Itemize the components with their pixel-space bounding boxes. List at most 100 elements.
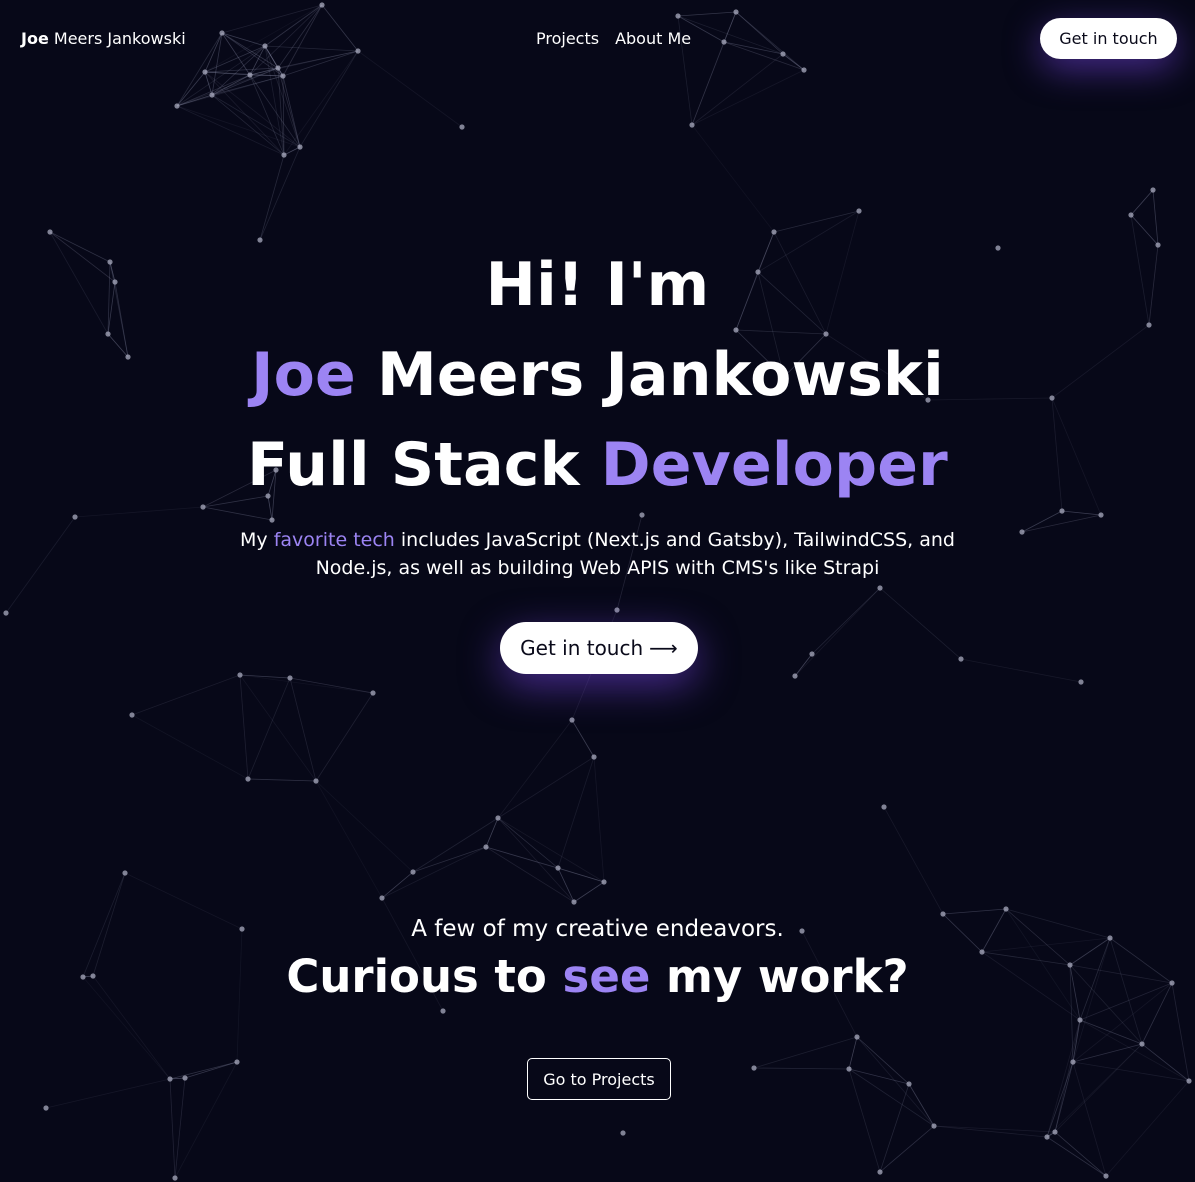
particle-link <box>5 516 76 614</box>
site-logo[interactable]: Joe Meers Jankowski <box>21 28 186 50</box>
particle-dot <box>209 92 215 98</box>
particle-dot <box>1052 1129 1058 1135</box>
particle-link <box>1046 1043 1143 1138</box>
particle-link <box>45 1078 171 1109</box>
particle-dot <box>639 512 645 518</box>
logo-last-name: Meers Jankowski <box>48 29 186 48</box>
work-title: Curious to see my work? <box>0 946 1195 1008</box>
particle-link <box>176 94 213 107</box>
particle-dot <box>1019 529 1025 535</box>
particle-dot <box>1128 212 1134 218</box>
particle-dot <box>569 717 575 723</box>
nav-link-about-me[interactable]: About Me <box>615 28 691 50</box>
particle-link <box>691 69 805 126</box>
particle-link <box>282 75 301 148</box>
particle-link <box>315 780 414 873</box>
particle-link <box>131 674 241 716</box>
particle-dot <box>856 208 862 214</box>
particle-dot <box>958 656 964 662</box>
particle-dot <box>237 672 243 678</box>
particle-link <box>1072 1061 1107 1177</box>
particle-link <box>908 1083 935 1127</box>
particle-dot <box>370 690 376 696</box>
work-subtitle: A few of my creative endeavors. <box>411 916 784 942</box>
particle-dot <box>881 804 887 810</box>
logo-first-name: Joe <box>21 29 49 48</box>
particle-link <box>856 1036 935 1127</box>
particle-dot <box>906 1081 912 1087</box>
particle-dot <box>1044 1134 1050 1140</box>
particle-dot <box>809 651 815 657</box>
particle-link <box>204 71 301 148</box>
particle-dot <box>47 229 53 235</box>
particle-dot <box>234 1059 240 1065</box>
header-get-in-touch-button[interactable]: Get in touch <box>1040 18 1177 59</box>
particle-link <box>794 587 881 677</box>
particle-link <box>131 714 249 780</box>
particle-dot <box>297 144 303 150</box>
hero-role-plain: Full Stack <box>247 430 601 500</box>
particle-dot <box>1003 906 1009 912</box>
particle-link <box>176 74 251 107</box>
particle-link <box>289 677 317 782</box>
particle-dot <box>122 870 128 876</box>
hero-role: Full Stack Developer <box>0 420 1195 510</box>
nav-link-projects[interactable]: Projects <box>536 28 599 50</box>
particle-dot <box>614 607 620 613</box>
particle-link <box>1021 514 1102 533</box>
particle-link <box>848 1036 858 1070</box>
particle-dot <box>281 152 287 158</box>
particle-link <box>497 719 573 819</box>
particle-link <box>176 105 285 156</box>
particle-dot <box>167 1076 173 1082</box>
particle-link <box>691 124 775 233</box>
particle-dot <box>931 1123 937 1129</box>
site-header: Joe Meers Jankowski Projects About Me Ge… <box>0 0 1195 78</box>
particle-link <box>811 587 881 655</box>
particle-dot <box>483 844 489 850</box>
particle-link <box>879 1083 910 1173</box>
work-title-after: my work? <box>650 950 909 1003</box>
particle-link <box>412 846 487 873</box>
particle-dot <box>1070 1059 1076 1065</box>
particle-link <box>879 587 962 660</box>
particle-dot <box>269 517 275 523</box>
particle-dot <box>129 712 135 718</box>
particle-link <box>277 67 301 148</box>
hero-name-accent: Joe <box>251 340 356 410</box>
particle-dot <box>245 776 251 782</box>
particle-dot <box>620 1130 626 1136</box>
particle-link <box>879 1125 935 1173</box>
particle-link <box>848 1068 881 1173</box>
particle-link <box>773 210 860 233</box>
particle-link <box>259 146 301 241</box>
particle-dot <box>495 815 501 821</box>
particle-link <box>239 674 374 694</box>
particle-dot <box>854 1034 860 1040</box>
particle-link <box>1152 189 1159 246</box>
particle-link <box>1054 1061 1074 1133</box>
hero-desc-accent: favorite tech <box>273 529 395 551</box>
particle-link <box>753 1036 858 1069</box>
particle-dot <box>379 895 385 901</box>
particle-link <box>1079 1019 1143 1045</box>
particle-link <box>497 817 575 903</box>
main-nav: Projects About Me <box>536 28 691 50</box>
particle-link <box>1061 510 1102 516</box>
particle-link <box>557 756 595 869</box>
particle-link <box>1046 1136 1107 1177</box>
particle-link <box>249 74 301 148</box>
hero-get-in-touch-button[interactable]: Get in touch ⟶ <box>500 622 698 674</box>
particle-link <box>1072 1043 1143 1063</box>
particle-link <box>211 94 285 156</box>
particle-link <box>239 674 249 780</box>
particle-dot <box>313 778 319 784</box>
particle-link <box>174 1077 186 1179</box>
particle-link <box>848 1068 935 1127</box>
particle-link <box>1105 1080 1190 1177</box>
particle-link <box>247 778 317 782</box>
particle-link <box>960 658 1082 683</box>
particle-dot <box>172 1175 178 1181</box>
go-to-projects-button[interactable]: Go to Projects <box>527 1058 671 1100</box>
particle-link <box>557 867 605 883</box>
